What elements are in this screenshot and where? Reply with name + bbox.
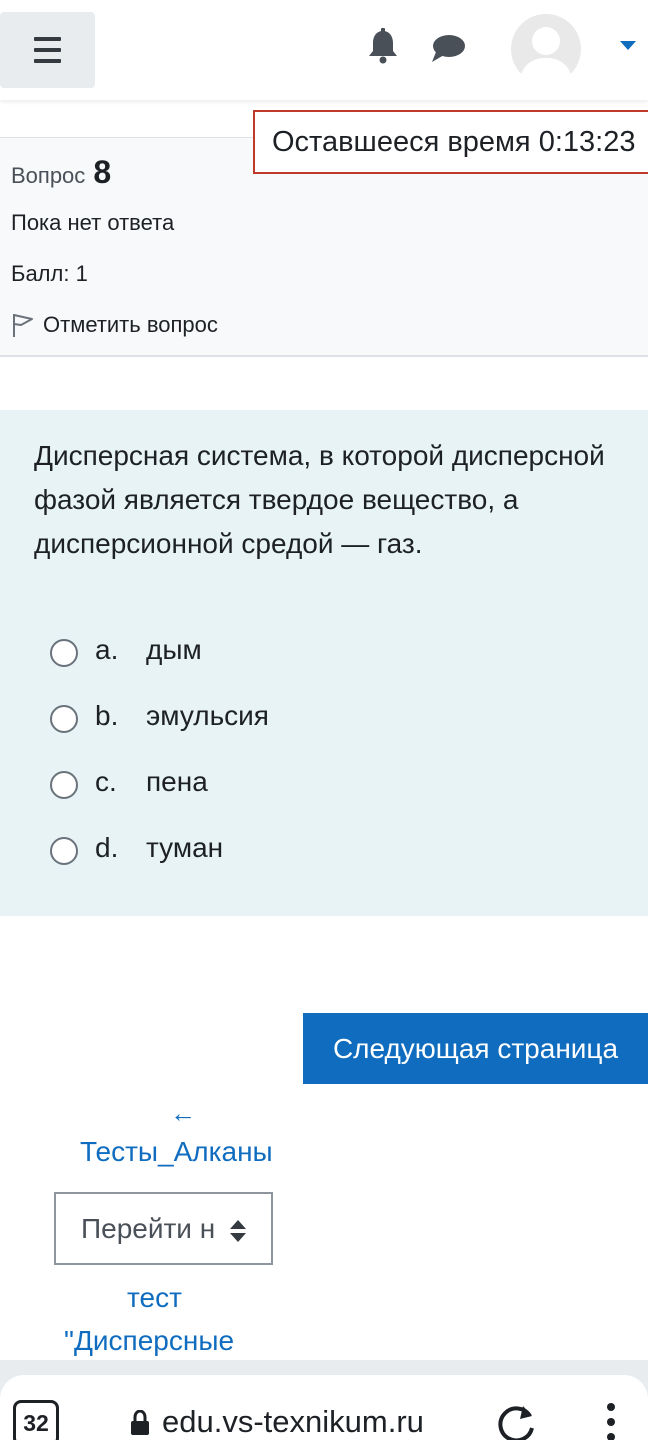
next-activity-link-line1[interactable]: тест	[127, 1282, 182, 1314]
user-avatar-icon	[519, 27, 573, 84]
answer-option-c[interactable]: c. пена	[50, 760, 208, 804]
address-bar-url[interactable]: edu.vs-texnikum.ru	[162, 1404, 424, 1440]
user-avatar[interactable]	[511, 14, 581, 84]
answer-option-b[interactable]: b. эмульсия	[50, 694, 269, 738]
question-text: Дисперсная система, в которой дисперсной…	[34, 440, 605, 559]
jump-to-select[interactable]: Перейти на...	[54, 1192, 273, 1265]
top-navbar	[0, 0, 648, 100]
answer-text: пена	[146, 766, 208, 797]
page: Вопрос 8 Пока нет ответа Балл: 1 Отметит…	[0, 0, 648, 1440]
hamburger-icon[interactable]	[0, 12, 95, 88]
flag-question-link[interactable]: Отметить вопрос	[11, 312, 218, 338]
answer-text: туман	[146, 832, 224, 863]
flag-icon	[13, 314, 33, 337]
question-label: Вопрос	[11, 163, 86, 188]
question-number-value: 8	[93, 154, 112, 190]
answer-letter: a.	[95, 634, 119, 665]
answer-letter: b.	[95, 700, 119, 731]
question-grade: Балл: 1	[11, 261, 88, 286]
reload-icon[interactable]	[494, 1402, 538, 1440]
chat-icon[interactable]	[430, 33, 466, 63]
next-activity-link-line2[interactable]: "Дисперсные	[64, 1325, 234, 1357]
question-number: Вопрос 8	[11, 154, 111, 191]
browser-menu-icon[interactable]	[604, 1402, 618, 1440]
answer-text: эмульсия	[146, 700, 269, 731]
answer-text: дым	[146, 634, 202, 665]
radio-d[interactable]	[50, 837, 78, 865]
flag-question-label: Отметить вопрос	[43, 312, 218, 337]
caret-down-icon[interactable]	[620, 41, 636, 51]
next-page-button[interactable]: Следующая страница	[303, 1013, 648, 1084]
prev-activity-link[interactable]: Тесты_Алканы	[80, 1136, 273, 1168]
quiz-timer: Оставшееся время 0:13:23	[253, 110, 648, 174]
tab-counter[interactable]: 32	[13, 1400, 59, 1440]
answer-letter: d.	[95, 832, 119, 863]
answer-option-d[interactable]: d. туман	[50, 826, 223, 870]
lock-icon	[131, 1410, 149, 1435]
radio-c[interactable]	[50, 771, 78, 799]
radio-b[interactable]	[50, 705, 78, 733]
question-content: Дисперсная система, в которой дисперсной…	[0, 410, 648, 916]
radio-a[interactable]	[50, 639, 78, 667]
sort-arrows-icon	[229, 1218, 247, 1244]
answer-letter: c.	[95, 766, 117, 797]
jump-to-value: Перейти на...	[81, 1212, 216, 1244]
prev-activity-arrow[interactable]: ←	[170, 1098, 196, 1129]
answer-option-a[interactable]: a. дым	[50, 628, 202, 672]
bell-icon[interactable]	[366, 28, 400, 64]
question-state: Пока нет ответа	[11, 210, 175, 235]
